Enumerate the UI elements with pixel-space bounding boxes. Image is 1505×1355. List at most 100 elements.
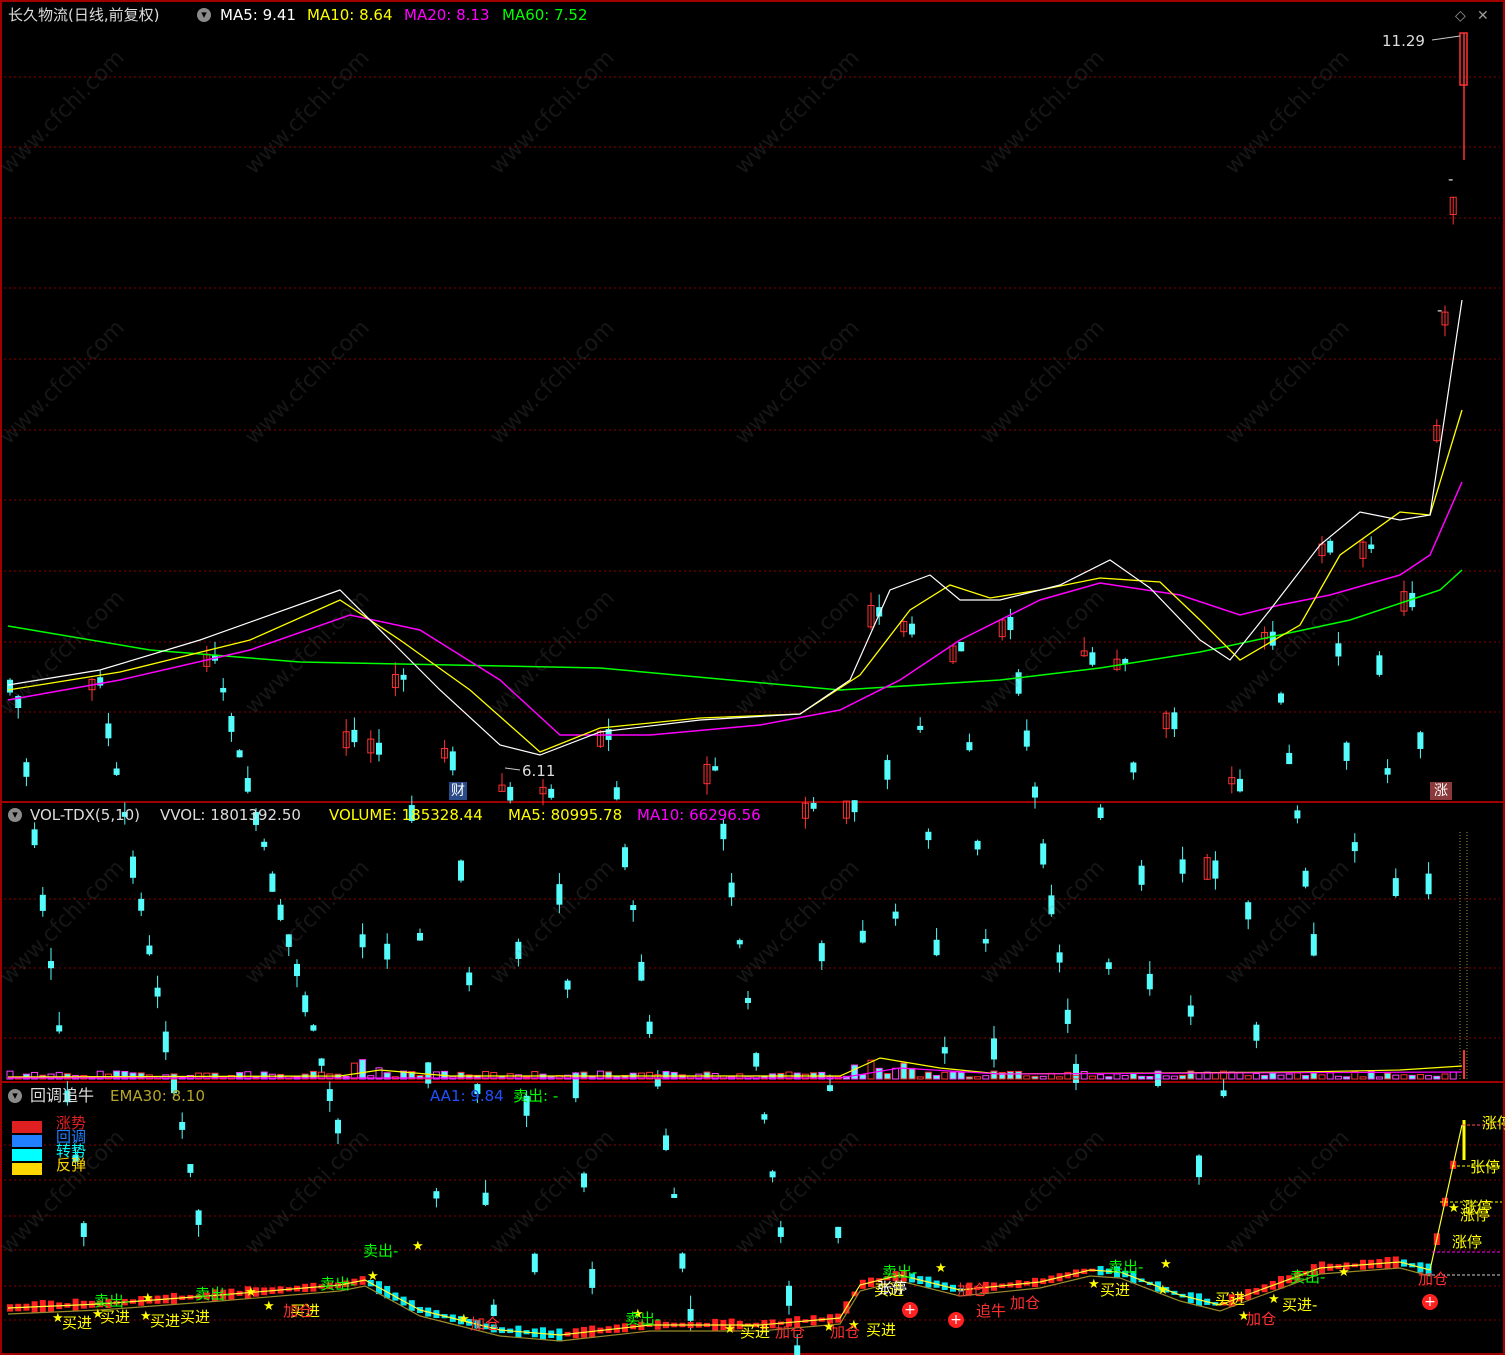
star-icon: ★ — [367, 1269, 379, 1284]
candle-body — [433, 1191, 440, 1199]
legend-item: 反弹 — [56, 1156, 87, 1174]
high-price-label: 11.29 — [1382, 32, 1425, 50]
volume-bar — [1146, 1076, 1154, 1080]
star-icon: ★ — [263, 1299, 275, 1314]
candle-body — [400, 674, 407, 680]
diamond-icon[interactable]: ◇ — [1455, 7, 1466, 25]
star-icon: ★ — [412, 1239, 424, 1254]
candle-body — [1179, 859, 1186, 874]
candle-body — [712, 766, 719, 771]
volume-bar — [892, 1067, 900, 1080]
candle-body — [302, 995, 309, 1013]
candle-body — [1064, 1009, 1071, 1024]
candle-body — [941, 1047, 948, 1054]
candle-body — [417, 932, 423, 941]
candle-body — [909, 623, 915, 635]
candle-body — [1384, 768, 1391, 775]
limit-up-signal: 涨停 — [1460, 1206, 1491, 1224]
candle-body — [982, 938, 989, 944]
volume-bar — [982, 1075, 990, 1080]
candle-body — [228, 716, 235, 732]
volume-bar — [1302, 1074, 1310, 1080]
candle-body — [449, 751, 456, 771]
candle-body — [548, 788, 555, 798]
candle-body — [294, 963, 300, 977]
limit-up-signal: 涨停 — [1452, 1233, 1483, 1251]
buy-signal: 买进 — [1215, 1290, 1246, 1308]
buy-signal: 买进 — [100, 1308, 131, 1326]
volume-bar — [1261, 1074, 1269, 1080]
candle-body — [1032, 786, 1038, 798]
candle-body — [105, 723, 112, 739]
candle-body — [630, 905, 637, 911]
volume-bar — [1015, 1070, 1023, 1080]
candle-body — [1138, 865, 1145, 885]
limit-up-badge[interactable]: 涨 — [1430, 782, 1452, 800]
volume-indicator-name[interactable]: VOL-TDX(5,10) — [30, 806, 140, 824]
candle-body — [1196, 1155, 1202, 1178]
chevron-down-icon[interactable]: ▾ — [8, 1089, 22, 1103]
candle-body — [761, 1114, 768, 1120]
candle-body — [736, 940, 743, 945]
candle-body — [827, 1085, 833, 1092]
candle-body — [1237, 778, 1243, 792]
candle-body — [1335, 643, 1342, 657]
financial-badge[interactable]: 财 — [449, 782, 467, 800]
chevron-down-icon[interactable]: ▾ — [197, 8, 211, 22]
buy-signal: 买进 — [180, 1308, 211, 1326]
candle-body — [220, 687, 227, 693]
sell-signal: 卖出- — [363, 1242, 399, 1260]
volume-bar — [851, 1064, 859, 1080]
candle-body — [269, 873, 276, 892]
star-icon: ★ — [1160, 1257, 1172, 1272]
candle-body — [39, 894, 46, 911]
volume-bar — [359, 1059, 367, 1080]
candle-body — [310, 1025, 317, 1031]
close-icon[interactable]: ✕ — [1477, 7, 1489, 25]
volume-bar — [1031, 1075, 1039, 1080]
candle-body — [884, 760, 891, 780]
candle-body — [581, 1173, 587, 1188]
volume-ma5-line — [7, 1057, 1463, 1078]
ma60-value: MA60: 7.52 — [502, 6, 588, 24]
volume-bar — [1318, 1074, 1326, 1080]
volume-bar — [1310, 1072, 1318, 1080]
bottom-indicator-name[interactable]: 回调追牛 — [30, 1087, 94, 1105]
plus-icon: + — [948, 1312, 964, 1328]
candle-body — [466, 972, 473, 986]
candle-body — [991, 1038, 997, 1060]
volume-bar — [933, 1075, 941, 1080]
plus-icon: + — [1422, 1294, 1438, 1310]
ma10-value: MA10: 8.64 — [307, 6, 393, 24]
star-icon: ★ — [245, 1285, 257, 1300]
high-pointer — [1431, 35, 1461, 41]
candle-body — [162, 1031, 169, 1053]
candle-body — [277, 904, 284, 920]
candle-body — [56, 1025, 63, 1032]
candle-body — [818, 943, 825, 962]
candle-body — [671, 1194, 678, 1199]
volume-bar — [1277, 1074, 1285, 1080]
candle-body — [1171, 712, 1178, 730]
ema30-value: EMA30: 8.10 — [110, 1087, 205, 1105]
candle-body — [1097, 807, 1104, 819]
candle-body — [531, 1253, 538, 1273]
volume-bar — [1408, 1074, 1416, 1080]
legend-swatch — [12, 1162, 42, 1175]
chart-frame — [0, 0, 1505, 1355]
candle-body — [7, 679, 13, 693]
volume-bar — [1080, 1071, 1088, 1080]
candle-body — [892, 911, 899, 919]
candle-body — [1048, 895, 1055, 915]
candle-body — [1392, 878, 1399, 897]
candle-body — [1146, 973, 1153, 990]
plus-icon: + — [902, 1302, 918, 1318]
volume-bar — [1113, 1073, 1121, 1080]
volume-bar — [908, 1067, 916, 1080]
candle-body — [236, 750, 243, 758]
chart-canvas[interactable]: ★ ★ ★★ ★★★★★ ★★ ★ ★★★ ★★★★★★ — [0, 0, 1505, 1355]
candle-body — [1130, 762, 1137, 773]
add-position-signal: 加仓 — [775, 1323, 806, 1341]
chevron-down-icon[interactable]: ▾ — [8, 808, 22, 822]
stock-title[interactable]: 长久物流(日线,前复权) — [8, 6, 159, 24]
